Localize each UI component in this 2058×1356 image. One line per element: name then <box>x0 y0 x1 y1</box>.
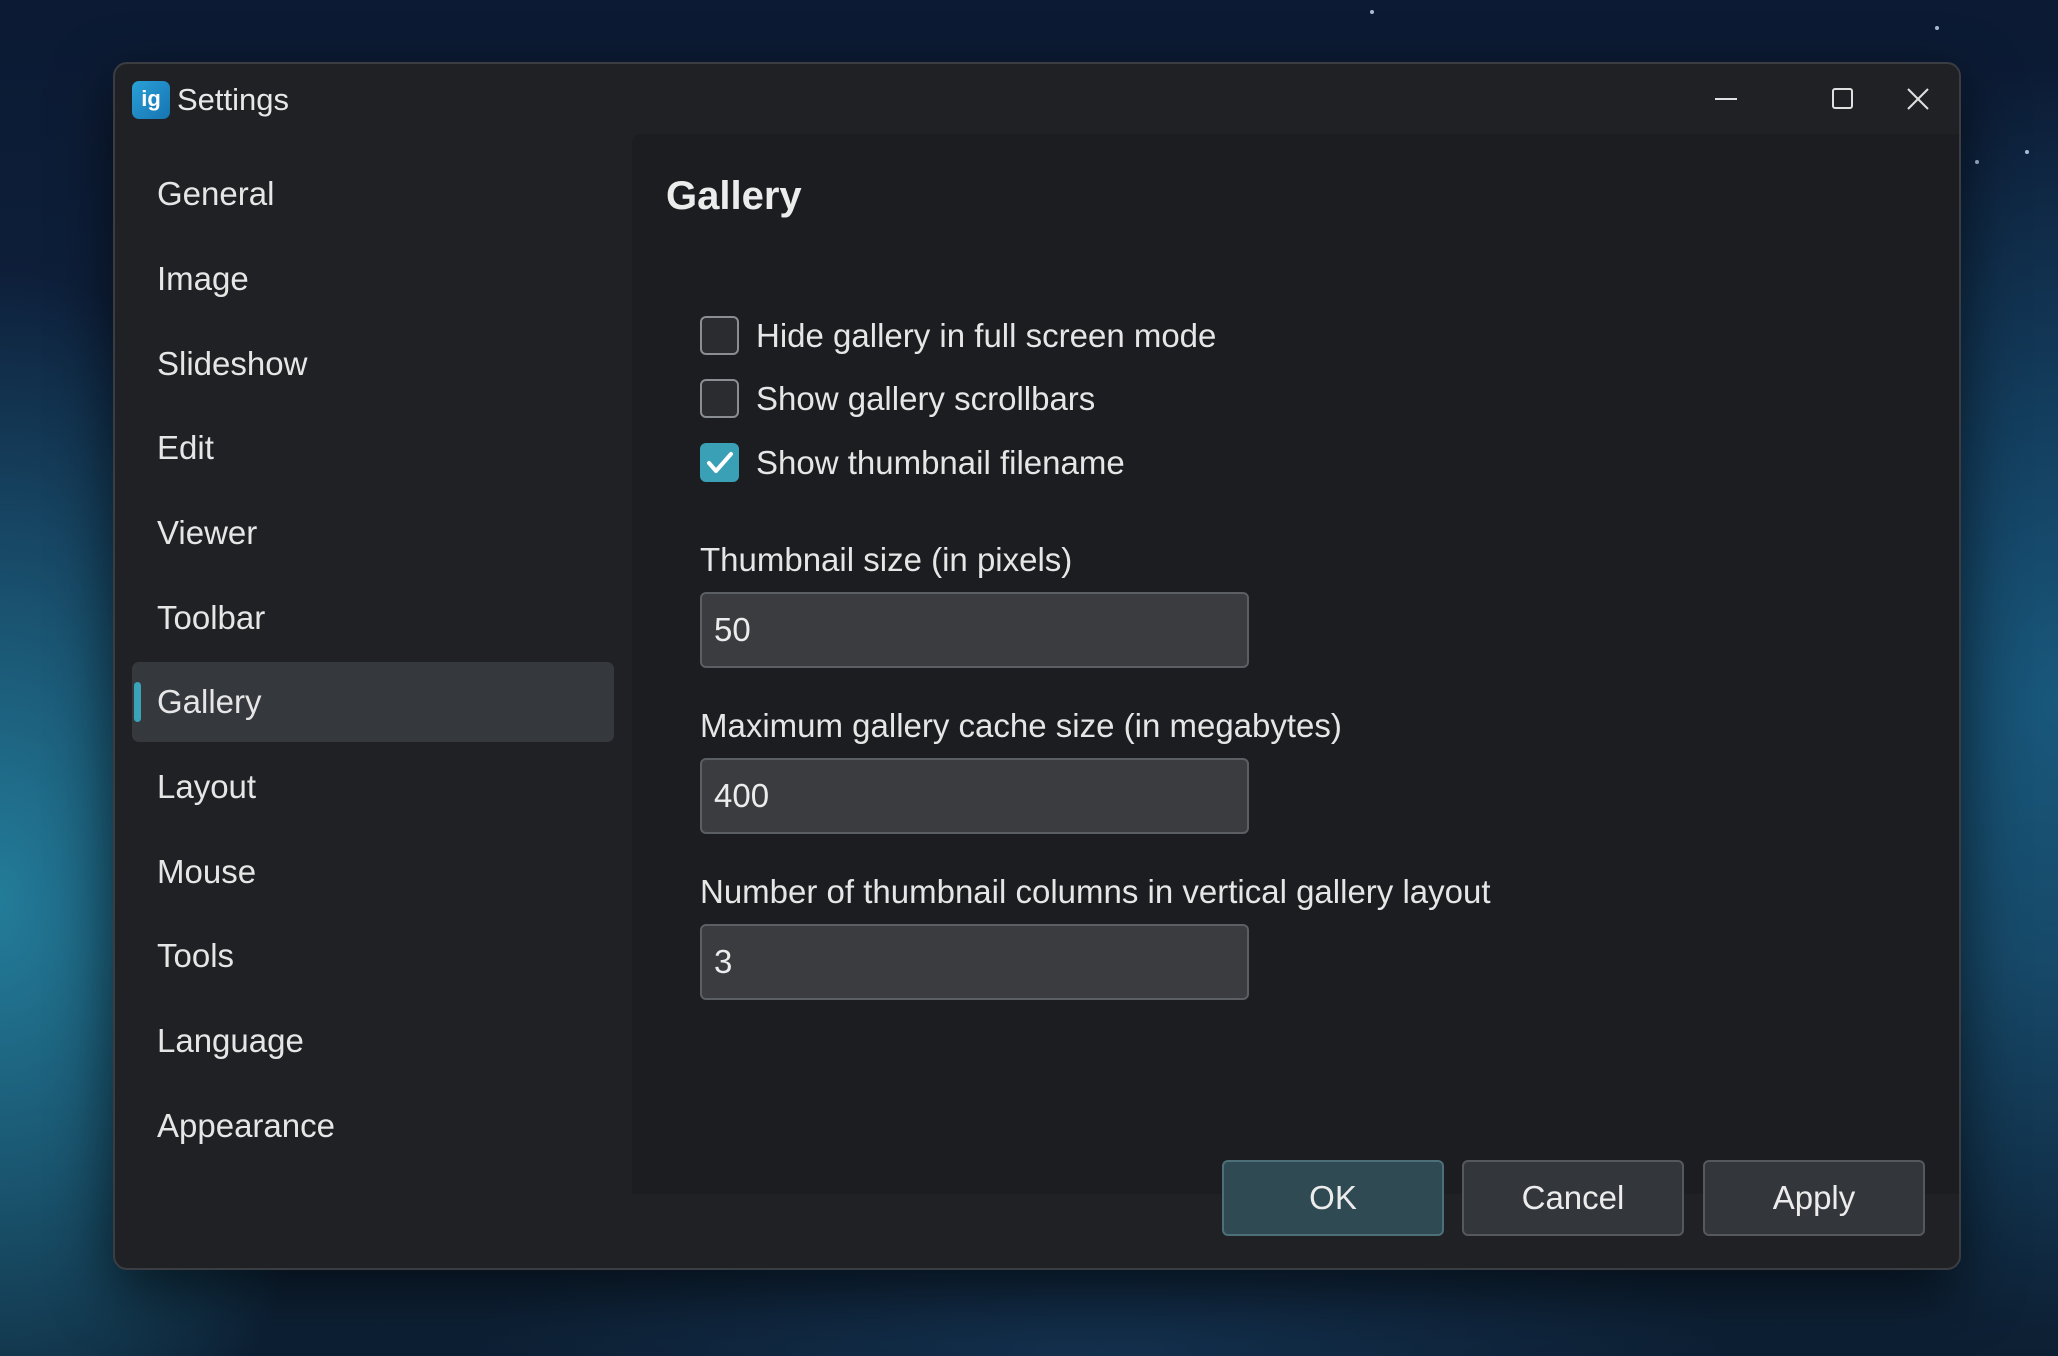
sidebar-item-label: Viewer <box>157 514 258 551</box>
minimize-icon <box>1715 98 1737 100</box>
window-title: Settings <box>177 82 290 117</box>
sidebar-item-toolbar[interactable]: Toolbar <box>132 578 614 658</box>
app-icon: ig <box>132 81 170 119</box>
sidebar-item-slideshow[interactable]: Slideshow <box>132 324 614 404</box>
sidebar-item-label: Edit <box>157 429 214 466</box>
sidebar-item-tools[interactable]: Tools <box>132 916 614 996</box>
maximize-icon <box>1832 88 1853 109</box>
sidebar-item-mouse[interactable]: Mouse <box>132 832 614 912</box>
sidebar-item-label: Language <box>157 1022 304 1059</box>
thumbnail-size-input[interactable] <box>700 592 1249 668</box>
checkbox-label: Show thumbnail filename <box>756 444 1125 481</box>
sidebar-item-gallery[interactable]: Gallery <box>132 662 614 742</box>
ok-button[interactable]: OK <box>1222 1160 1444 1236</box>
sidebar-item-general[interactable]: General <box>132 154 614 234</box>
title-bar[interactable]: ig Settings <box>115 64 1959 134</box>
thumbnail-size-label: Thumbnail size (in pixels) <box>700 541 1073 578</box>
sidebar-item-label: Slideshow <box>157 345 308 382</box>
background-star <box>2025 150 2029 154</box>
checkbox-label: Show gallery scrollbars <box>756 380 1096 417</box>
cancel-button[interactable]: Cancel <box>1462 1160 1684 1236</box>
close-icon <box>1907 88 1929 110</box>
sidebar-item-label: Image <box>157 260 249 297</box>
background-star <box>1975 160 1979 164</box>
settings-window: ig Settings General Image Slideshow Edit… <box>113 62 1961 1270</box>
thumbnail-columns-label: Number of thumbnail columns in vertical … <box>700 873 1491 910</box>
minimize-button[interactable] <box>1668 64 1784 134</box>
sidebar-item-edit[interactable]: Edit <box>132 408 614 488</box>
show-thumbnail-filename-checkbox[interactable] <box>700 443 739 482</box>
sidebar-item-viewer[interactable]: Viewer <box>132 493 614 573</box>
sidebar-item-label: Appearance <box>157 1107 335 1144</box>
maximize-button[interactable] <box>1784 64 1900 134</box>
selection-indicator <box>134 682 141 722</box>
settings-sidebar: General Image Slideshow Edit Viewer Tool… <box>132 134 616 1234</box>
sidebar-item-image[interactable]: Image <box>132 239 614 319</box>
sidebar-item-language[interactable]: Language <box>132 1001 614 1081</box>
checkbox-label: Hide gallery in full screen mode <box>756 317 1217 354</box>
sidebar-item-layout[interactable]: Layout <box>132 747 614 827</box>
sidebar-item-label: Gallery <box>157 683 262 720</box>
sidebar-item-label: Mouse <box>157 853 257 890</box>
thumbnail-columns-input[interactable] <box>700 924 1249 1000</box>
cache-size-input[interactable] <box>700 758 1249 834</box>
sidebar-item-label: Toolbar <box>157 599 266 636</box>
sidebar-item-label: Layout <box>157 768 257 805</box>
apply-button[interactable]: Apply <box>1703 1160 1925 1236</box>
show-gallery-scrollbars-checkbox[interactable] <box>700 379 739 418</box>
background-star <box>1370 10 1374 14</box>
sidebar-item-label: Tools <box>157 937 235 974</box>
close-button[interactable] <box>1900 64 1959 134</box>
sidebar-item-appearance[interactable]: Appearance <box>132 1086 614 1166</box>
background-star <box>1935 26 1939 30</box>
checkmark-icon <box>707 452 733 473</box>
hide-gallery-fullscreen-checkbox[interactable] <box>700 316 739 355</box>
sidebar-item-label: General <box>157 175 275 212</box>
gallery-settings-panel: Gallery Hide gallery in full screen mode… <box>632 134 1959 1194</box>
cache-size-label: Maximum gallery cache size (in megabytes… <box>700 707 1342 744</box>
page-title: Gallery <box>666 174 802 218</box>
